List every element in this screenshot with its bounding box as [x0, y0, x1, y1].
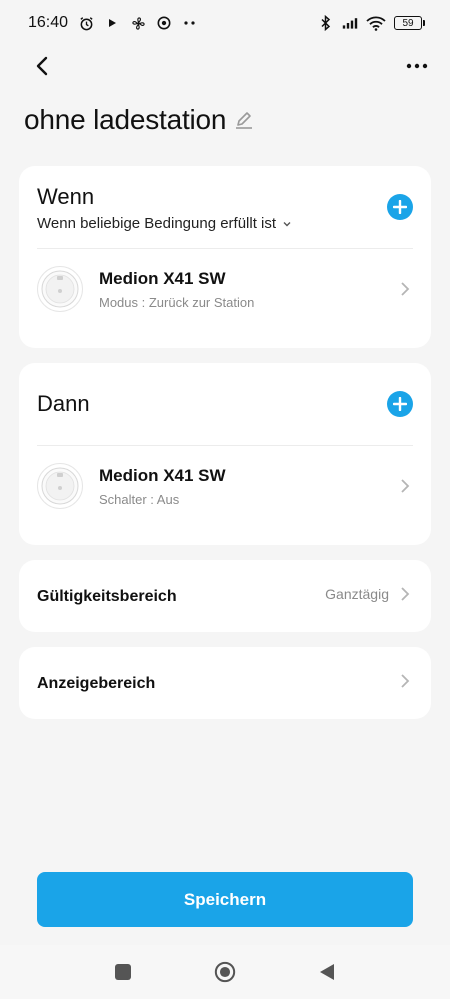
- system-nav-bar: [0, 945, 450, 999]
- chevron-right-icon: [397, 281, 413, 297]
- chevron-left-icon: [36, 56, 48, 76]
- when-heading: Wenn: [37, 184, 95, 209]
- status-right: 59: [318, 15, 425, 31]
- when-device-row[interactable]: Medion X41 SW Modus : Zurück zur Station: [37, 262, 413, 316]
- display-area-row[interactable]: Anzeigebereich: [19, 647, 431, 719]
- recents-button[interactable]: [112, 961, 134, 983]
- then-card: Dann Medion X41 SW Schalter : Aus: [19, 363, 431, 545]
- robot-vacuum-icon: [37, 266, 83, 312]
- chevron-right-icon: [397, 478, 413, 494]
- top-bar: [0, 46, 450, 82]
- save-button[interactable]: Speichern: [37, 872, 413, 927]
- plus-icon: [393, 200, 407, 214]
- display-area-chevron-group: [397, 673, 413, 689]
- validity-label: Gültigkeitsbereich: [37, 588, 177, 605]
- validity-row[interactable]: Gültigkeitsbereich Ganztägig: [19, 560, 431, 632]
- home-button[interactable]: [214, 961, 236, 983]
- then-device-row[interactable]: Medion X41 SW Schalter : Aus: [37, 459, 413, 513]
- validity-value: Ganztägig: [325, 586, 389, 602]
- condition-label: Wenn beliebige Bedingung erfüllt ist: [37, 215, 277, 232]
- battery-level: 59: [402, 17, 414, 29]
- status-time: 16:40: [28, 14, 69, 31]
- alarm-icon: [78, 15, 94, 31]
- more-dots-icon: [182, 15, 198, 31]
- validity-value-group: Ganztägig: [325, 586, 413, 602]
- status-left: 16:40: [28, 14, 198, 32]
- device-text: Medion X41 SW Schalter : Aus: [99, 466, 397, 507]
- device-detail: Schalter : Aus: [99, 491, 180, 507]
- back-nav-button[interactable]: [316, 961, 338, 983]
- divider: [37, 248, 413, 249]
- chevron-right-icon: [397, 673, 413, 689]
- status-bar: 16:40 59: [0, 0, 450, 46]
- back-button[interactable]: [28, 52, 56, 80]
- divider: [37, 445, 413, 446]
- square-icon: [115, 964, 131, 980]
- edit-pencil-icon[interactable]: [234, 110, 254, 130]
- chevron-down-icon: [283, 221, 291, 226]
- plus-icon: [393, 397, 407, 411]
- signal-icon: [342, 15, 358, 31]
- battery-icon: 59: [394, 16, 425, 30]
- wifi-icon: [366, 15, 386, 31]
- device-name: Medion X41 SW: [99, 268, 226, 288]
- more-dots-icon: [406, 63, 428, 69]
- add-condition-button[interactable]: [387, 194, 413, 220]
- home-circle-icon: [214, 961, 236, 983]
- add-action-button[interactable]: [387, 391, 413, 417]
- play-icon: [104, 15, 120, 31]
- page-title: ohne ladestation: [24, 104, 227, 135]
- display-area-label: Anzeigebereich: [37, 675, 156, 692]
- triangle-back-icon: [320, 964, 334, 980]
- condition-dropdown[interactable]: Wenn beliebige Bedingung erfüllt ist: [37, 215, 292, 232]
- when-card: Wenn Wenn beliebige Bedingung erfüllt is…: [19, 166, 431, 348]
- device-detail: Modus : Zurück zur Station: [99, 294, 255, 310]
- chevron-right-icon: [397, 586, 413, 602]
- title-row: ohne ladestation: [24, 104, 254, 136]
- device-name: Medion X41 SW: [99, 465, 226, 485]
- fan-icon: [130, 15, 146, 31]
- then-heading: Dann: [37, 391, 90, 416]
- robot-vacuum-icon: [37, 463, 83, 509]
- more-options-button[interactable]: [404, 52, 430, 80]
- bluetooth-icon: [318, 15, 334, 31]
- device-text: Medion X41 SW Modus : Zurück zur Station: [99, 269, 397, 310]
- chrome-icon: [156, 15, 172, 31]
